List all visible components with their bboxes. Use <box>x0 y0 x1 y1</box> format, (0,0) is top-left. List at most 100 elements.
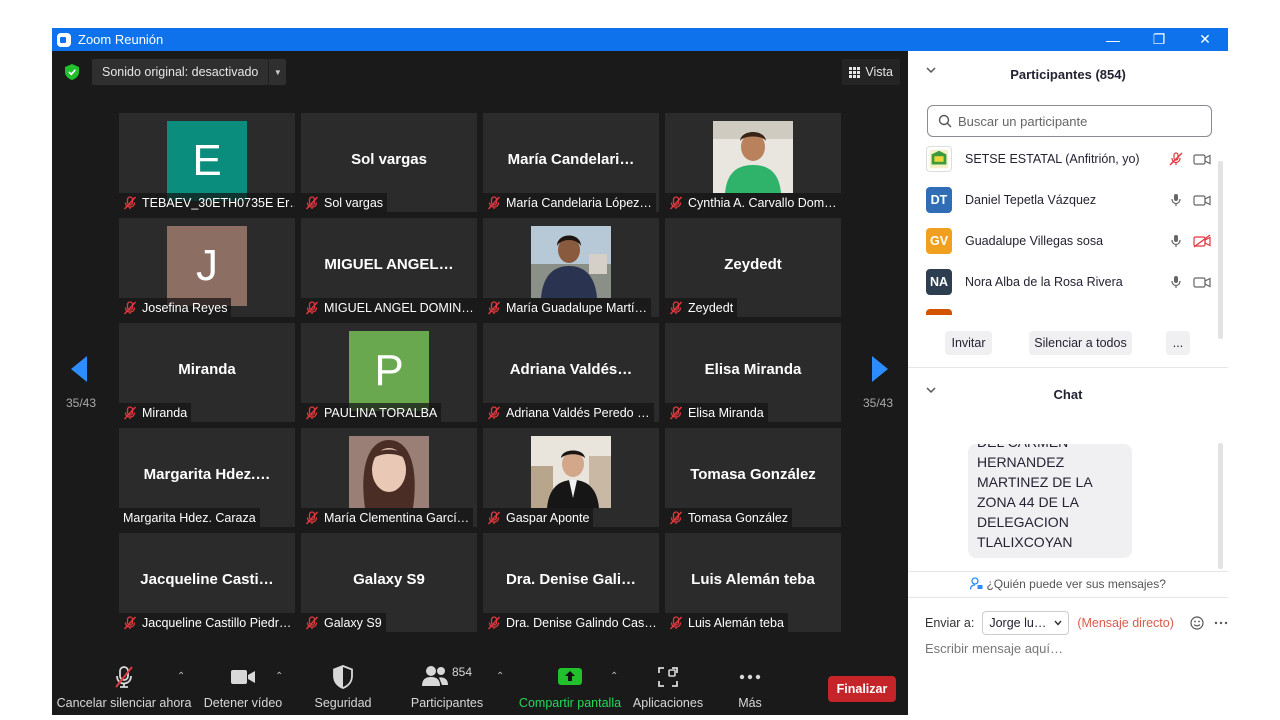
participant-name-label: Luis Alemán teba <box>665 613 788 632</box>
muted-mic-icon <box>487 195 501 210</box>
muted-mic-icon <box>669 615 683 630</box>
page-indicator-left: 35/43 <box>66 396 97 410</box>
participant-name-label: PAULINA TORALBA <box>301 403 442 422</box>
participant-video-tile[interactable]: Sol vargas Sol vargas <box>301 113 477 212</box>
send-to-label: Enviar a: <box>925 616 975 630</box>
view-button[interactable]: Vista <box>842 59 900 85</box>
share-options-caret-icon[interactable]: ⌃ <box>610 671 618 682</box>
participant-video-tile[interactable]: Galaxy S9 Galaxy S9 <box>301 533 477 632</box>
chat-message-text: DEL CARMEN HERNANDEZ MARTINEZ DE LA ZONA… <box>977 444 1093 550</box>
participant-video-tile[interactable]: Elisa Miranda Elisa Miranda <box>665 323 841 422</box>
microphone-icon[interactable] <box>1167 234 1185 248</box>
participant-video-tile[interactable]: MIGUEL ANGEL… MIGUEL ANGEL DOMIN… <box>301 218 477 317</box>
participant-video-tile[interactable]: Jacqueline Casti… Jacqueline Castillo Pie… <box>119 533 295 632</box>
share-screen-button[interactable]: Compartir pantalla <box>518 665 622 710</box>
apps-button[interactable]: Aplicaciones <box>632 665 704 710</box>
organization-logo-icon <box>926 146 952 172</box>
original-sound-toggle[interactable]: Sonido original: desactivado ▼ <box>92 59 287 85</box>
recipient-select[interactable]: Jorge lu… <box>982 611 1070 635</box>
participant-video-tile[interactable]: Miranda Miranda <box>119 323 295 422</box>
video-camera-icon[interactable] <box>1193 193 1211 207</box>
participant-video-tile[interactable]: Dra. Denise Gali… Dra. Denise Galindo Cas… <box>483 533 659 632</box>
participants-more-button[interactable]: ... <box>1166 331 1190 355</box>
chat-message-input[interactable]: Escribir mensaje aquí… <box>925 641 1063 656</box>
participant-video-tile[interactable]: María Clementina Garcí… <box>301 428 477 527</box>
collapse-chevron-icon[interactable] <box>926 385 936 395</box>
participant-video-tile[interactable]: Adriana Valdés… Adriana Valdés Peredo … <box>483 323 659 422</box>
side-panel: Participantes (854) Buscar un participan… <box>908 51 1228 692</box>
participant-name-label: Sol vargas <box>301 193 388 212</box>
participant-video-tile[interactable]: J Josefina Reyes <box>119 218 295 317</box>
participant-video-tile[interactable]: Tomasa González Tomasa González <box>665 428 841 527</box>
microphone-icon[interactable] <box>1167 275 1185 289</box>
participant-video-tile[interactable]: E TEBAEV_30ETH0735E Er… <box>119 113 295 212</box>
participant-row[interactable]: NA Nora Alba de la Rosa Rivera <box>926 264 1211 300</box>
participant-video-tile[interactable]: Gaspar Aponte <box>483 428 659 527</box>
participant-video-tile[interactable]: Zeydedt Zeydedt <box>665 218 841 317</box>
participant-video-tile[interactable]: Luis Alemán teba Luis Alemán teba <box>665 533 841 632</box>
participant-name-label: Miranda <box>119 403 192 422</box>
participant-name-label: Galaxy S9 <box>301 613 386 632</box>
invite-button[interactable]: Invitar <box>945 331 992 355</box>
participant-display-name: Galaxy S9 <box>353 571 425 588</box>
participants-options-caret-icon[interactable]: ⌃ <box>496 671 504 682</box>
muted-mic-icon <box>305 405 319 420</box>
more-label: Más <box>738 696 762 710</box>
participant-video-tile[interactable]: P PAULINA TORALBA <box>301 323 477 422</box>
chevron-down-icon[interactable]: ▼ <box>268 59 286 85</box>
unmute-button[interactable]: Cancelar silenciar ahora <box>57 665 191 710</box>
security-button[interactable]: Seguridad <box>307 665 379 710</box>
video-options-caret-icon[interactable]: ⌃ <box>275 671 283 682</box>
participant-display-name: Luis Alemán teba <box>691 571 815 588</box>
participant-row[interactable]: GV Guadalupe Villegas sosa <box>926 223 1211 259</box>
muted-mic-icon <box>487 615 501 630</box>
muted-microphone-icon[interactable] <box>1167 152 1185 166</box>
participant-video-tile[interactable]: María Guadalupe Martí… <box>483 218 659 317</box>
participant-video-tile[interactable]: María Candelari… María Candelaria López… <box>483 113 659 212</box>
video-off-icon[interactable] <box>1193 234 1211 248</box>
previous-page-arrow-icon[interactable] <box>69 354 89 384</box>
mute-all-button[interactable]: Silenciar a todos <box>1029 331 1132 355</box>
muted-mic-icon <box>305 510 319 525</box>
muted-mic-icon <box>487 510 501 525</box>
participant-video-photo <box>531 436 611 508</box>
collapse-chevron-icon[interactable] <box>926 65 936 75</box>
video-camera-icon[interactable] <box>1193 275 1211 289</box>
participant-video-tile[interactable]: Margarita Hdez.… Margarita Hdez. Caraza <box>119 428 295 527</box>
chat-more-icon[interactable] <box>1214 621 1228 625</box>
who-can-see-link[interactable]: ¿Quién puede ver sus mensajes? <box>908 577 1228 591</box>
encryption-shield-icon[interactable] <box>65 64 79 80</box>
audio-options-caret-icon[interactable]: ⌃ <box>177 671 185 682</box>
participant-video-tile[interactable]: Cynthia A. Carvallo Dom… <box>665 113 841 212</box>
muted-mic-icon <box>669 405 683 420</box>
participant-row[interactable]: SETSE ESTATAL (Anfitrión, yo) <box>926 141 1211 177</box>
participant-display-name: Elisa Miranda <box>704 361 802 378</box>
next-page-arrow-icon[interactable] <box>870 354 890 384</box>
participant-display-name: MIGUEL ANGEL… <box>324 256 454 273</box>
minimize-button[interactable]: — <box>1090 28 1136 51</box>
person-lock-icon <box>969 577 983 590</box>
participant-display-name: Tomasa González <box>690 466 816 483</box>
emoji-icon[interactable] <box>1190 616 1204 630</box>
video-camera-icon[interactable] <box>1193 152 1211 166</box>
participant-name: Josefina Reyes <box>142 300 228 315</box>
participant-search-input[interactable]: Buscar un participante <box>927 105 1212 137</box>
participants-button[interactable]: 854 Participantes <box>407 665 487 710</box>
participant-name: Luis Alemán teba <box>688 615 784 630</box>
video-camera-icon <box>231 670 255 684</box>
end-meeting-button[interactable]: Finalizar <box>828 676 896 702</box>
restore-button[interactable]: ❐ <box>1136 28 1182 51</box>
participant-name-label: Elisa Miranda <box>665 403 768 422</box>
chat-scrollbar[interactable] <box>1218 443 1223 569</box>
participant-name-label: MIGUEL ANGEL DOMIN… <box>301 298 477 317</box>
stop-video-button[interactable]: Detener vídeo <box>204 665 282 710</box>
participant-name-label: María Clementina Garcí… <box>301 508 474 527</box>
participant-row[interactable]: DT Daniel Tepetla Vázquez <box>926 182 1211 218</box>
participants-header: Participantes (854) <box>908 51 1228 97</box>
microphone-icon[interactable] <box>1167 193 1185 207</box>
close-button[interactable]: ✕ <box>1182 28 1228 51</box>
participant-name: TEBAEV_30ETH0735E Er… <box>142 195 295 210</box>
more-button[interactable]: Más <box>732 665 768 710</box>
muted-mic-icon <box>123 615 137 630</box>
participant-list-scrollbar[interactable] <box>1218 161 1223 339</box>
